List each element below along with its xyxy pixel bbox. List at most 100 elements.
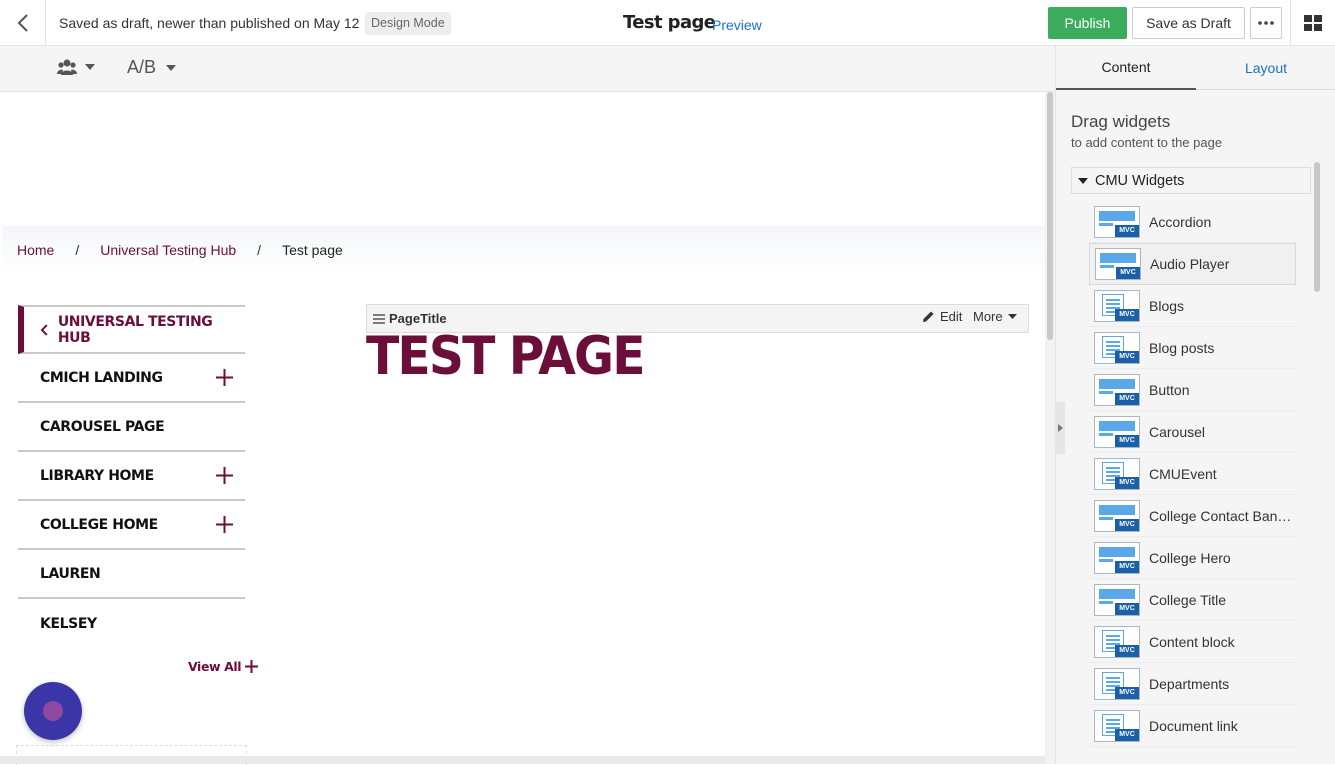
layout-widget-icon: MVC [1095, 248, 1141, 280]
breadcrumb-bar: Home / Universal Testing Hub / Test page [2, 226, 1045, 274]
plus-icon[interactable] [216, 369, 233, 386]
mvc-badge: MVC [1115, 434, 1139, 447]
layout-widget-icon: MVC [1094, 499, 1140, 532]
nav-item-carousel-page[interactable]: CAROUSEL PAGE [18, 403, 245, 452]
grid-icon [1304, 15, 1322, 31]
section-navigation: UNIVERSAL TESTING HUB CMICH LANDING CARO… [18, 305, 245, 648]
breadcrumb-separator: / [257, 242, 262, 258]
widget-item[interactable]: MVC Audio Player [1089, 243, 1296, 285]
mvc-badge: MVC [1115, 518, 1139, 531]
widget-item[interactable]: MVC Accordion [1089, 201, 1296, 243]
users-icon [57, 59, 77, 75]
mvc-badge: MVC [1115, 560, 1139, 573]
top-bar: Saved as draft, newer than published on … [0, 0, 1335, 46]
layout-widget-icon: MVC [1094, 541, 1140, 574]
widget-name: PageTitle [389, 311, 447, 326]
widget-item[interactable]: MVC Blogs [1089, 285, 1296, 327]
nav-item-label: COLLEGE HOME [40, 516, 158, 533]
list-widget-icon: MVC [1094, 289, 1140, 322]
widget-list: MVC Accordion MVC Audio Player MVC Blogs MVC Bl… [1089, 201, 1296, 747]
caret-down-icon [85, 64, 95, 70]
apps-menu-button[interactable] [1290, 0, 1335, 46]
widget-item-label: Carousel [1149, 423, 1206, 440]
chat-icon [43, 701, 63, 721]
tab-content[interactable]: Content [1056, 46, 1196, 90]
preview-link[interactable]: Preview [712, 17, 762, 33]
widget-item[interactable]: MVC College Hero [1089, 537, 1296, 579]
view-all-link[interactable]: View All [188, 659, 259, 674]
caret-down-icon [1007, 314, 1017, 319]
widget-more-button[interactable]: More [973, 309, 1017, 324]
widget-item-label: Blogs [1149, 297, 1185, 314]
widget-item[interactable]: MVC College Title [1089, 579, 1296, 621]
widget-item[interactable]: MVC Departments [1089, 663, 1296, 705]
nav-item-kelsey[interactable]: KELSEY [18, 599, 245, 648]
page-heading: TEST PAGE [366, 326, 646, 387]
nav-item-library-home[interactable]: LIBRARY HOME [18, 452, 245, 501]
caret-right-icon [1057, 424, 1063, 432]
publish-button[interactable]: Publish [1048, 7, 1127, 39]
widget-item-label: College Contact Bann... [1149, 507, 1296, 524]
widget-group-header[interactable]: CMU Widgets [1071, 167, 1311, 194]
nav-item-college-home[interactable]: COLLEGE HOME [18, 501, 245, 550]
chevron-left-icon [17, 14, 28, 32]
nav-item-label: KELSEY [40, 615, 97, 632]
widget-item-label: College Title [1149, 591, 1227, 608]
ab-test-dropdown[interactable]: A/B [127, 57, 177, 78]
widget-item-label: CMUEvent [1149, 465, 1217, 482]
widget-item[interactable]: MVC Button [1089, 369, 1296, 411]
drag-handle-icon[interactable] [373, 314, 385, 324]
nav-parent-label: UNIVERSAL TESTING HUB [57, 313, 213, 346]
breadcrumb-universal-testing-hub[interactable]: Universal Testing Hub [100, 242, 236, 258]
draft-status: Saved as draft, newer than published on … [59, 15, 360, 31]
nav-item-label: LAUREN [40, 565, 101, 582]
widget-item-label: Accordion [1149, 213, 1212, 230]
widget-edit-button[interactable]: Edit [922, 309, 962, 324]
widget-item[interactable]: MVC Blog posts [1089, 327, 1296, 369]
widget-item[interactable]: MVC Content block [1089, 621, 1296, 663]
mvc-badge: MVC [1115, 308, 1139, 321]
panel-subtitle: to add content to the page [1071, 135, 1223, 150]
back-button[interactable] [0, 0, 46, 46]
plus-icon[interactable] [216, 467, 233, 484]
scrollbar-thumb[interactable] [1047, 92, 1053, 340]
widget-item-label: Content block [1149, 633, 1235, 650]
panel-scrollbar[interactable] [1314, 162, 1320, 292]
mvc-badge: MVC [1115, 392, 1139, 405]
tab-layout[interactable]: Layout [1196, 46, 1335, 90]
breadcrumb-separator: / [75, 242, 80, 258]
mvc-badge: MVC [1115, 602, 1139, 615]
list-widget-icon: MVC [1094, 331, 1140, 364]
view-all-label: View All [188, 659, 242, 674]
panel-tabs: Content Layout [1056, 46, 1335, 90]
panel-collapse-toggle[interactable] [1055, 402, 1065, 454]
page-title: Test page [623, 12, 716, 33]
mvc-badge: MVC [1116, 267, 1140, 279]
widget-item[interactable]: MVC College Contact Bann... [1089, 495, 1296, 537]
plus-icon[interactable] [216, 516, 233, 533]
widget-item[interactable]: MVC Document link [1089, 705, 1296, 747]
widget-group-label: CMU Widgets [1095, 172, 1185, 189]
personalization-dropdown[interactable] [57, 59, 95, 75]
layout-widget-icon: MVC [1094, 373, 1140, 406]
nav-item-label: LIBRARY HOME [40, 467, 154, 484]
widget-item[interactable]: MVC CMUEvent [1089, 453, 1296, 495]
layout-widget-icon: MVC [1094, 583, 1140, 616]
breadcrumb: Home / Universal Testing Hub / Test page [17, 242, 343, 258]
widget-panel: Content Layout Drag widgets to add conte… [1055, 46, 1335, 764]
canvas-scrollbar[interactable] [1045, 92, 1055, 764]
plus-icon [245, 660, 259, 673]
widget-item-label: Blog posts [1149, 339, 1215, 356]
more-actions-button[interactable] [1250, 7, 1282, 39]
nav-parent-link[interactable]: UNIVERSAL TESTING HUB [18, 305, 245, 354]
layout-widget-icon: MVC [1094, 205, 1140, 238]
nav-item-lauren[interactable]: LAUREN [18, 550, 245, 599]
panel-title: Drag widgets [1071, 112, 1171, 131]
chat-widget-button[interactable] [24, 682, 82, 740]
design-mode-badge: Design Mode [365, 12, 451, 35]
nav-item-cmich-landing[interactable]: CMICH LANDING [18, 354, 245, 403]
save-as-draft-button[interactable]: Save as Draft [1132, 7, 1245, 39]
breadcrumb-home[interactable]: Home [17, 242, 54, 258]
widget-item[interactable]: MVC Carousel [1089, 411, 1296, 453]
list-widget-icon: MVC [1094, 457, 1140, 490]
